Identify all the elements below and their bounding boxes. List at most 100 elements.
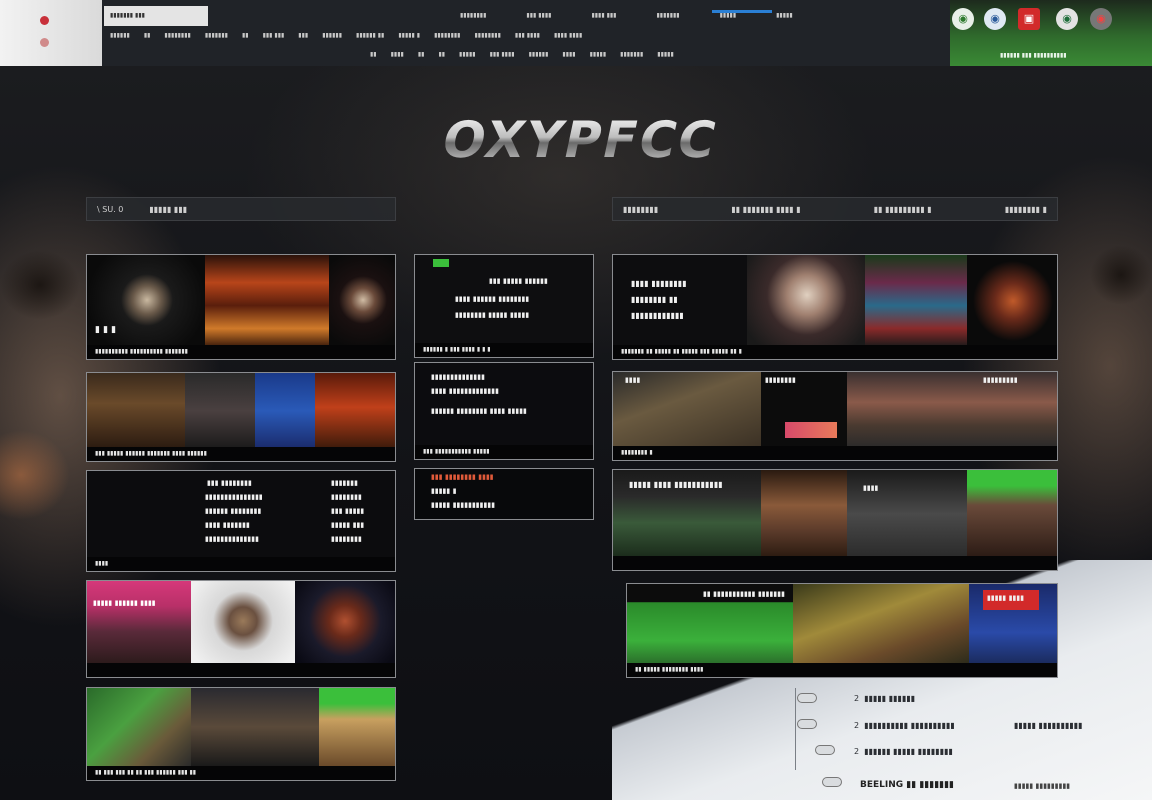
left-header-item[interactable]: \ SU. 0	[97, 205, 123, 214]
sub-nav-item[interactable]: ▮▮	[418, 51, 425, 58]
sub-nav-item[interactable]: ▮▮▮▮	[562, 51, 575, 58]
tile-banner-text: ▮▮▮▮▮ ▮▮▮▮	[987, 594, 1025, 602]
tile-text-line: ▮▮▮▮ ▮▮▮▮▮▮▮▮	[631, 279, 687, 288]
top-menu-item[interactable]: ▮▮▮▮▮	[776, 12, 793, 19]
tile-label: ▮▮▮▮▮▮▮▮	[765, 376, 796, 384]
top-menu-item[interactable]: ▮▮▮▮▮	[720, 12, 737, 19]
nav-item[interactable]: ▮▮▮▮▮▮▮▮	[474, 32, 500, 44]
info-item[interactable]: 2 ▮▮▮▮▮▮▮▮▮▮ ▮▮▮▮▮▮▮▮▮▮	[854, 721, 955, 730]
nav-item[interactable]: ▮▮▮▮▮ ▮	[398, 32, 420, 44]
tile-caption: ▮▮▮▮▮▮▮ ▮▮ ▮▮▮▮▮ ▮▮ ▮▮▮▮▮ ▮▮▮ ▮▮▮▮▮ ▮▮ ▮	[613, 345, 1057, 359]
text-tile[interactable]: ▮▮▮ ▮▮▮▮▮▮▮▮ ▮▮▮▮▮▮▮▮▮▮▮▮▮▮▮ ▮▮▮▮▮▮ ▮▮▮▮…	[86, 470, 396, 572]
right-header-item[interactable]: ▮▮▮▮▮▮▮▮ ▮	[1005, 205, 1047, 214]
top-menu-item[interactable]: ▮▮▮▮▮▮▮▮	[460, 12, 486, 19]
badge-icon[interactable]: ◉	[984, 8, 1006, 30]
tile-text-line: ▮▮▮ ▮▮▮▮▮▮▮▮	[207, 479, 252, 487]
nav-item[interactable]: ▮▮▮	[298, 32, 308, 44]
secondary-dot-icon[interactable]	[40, 38, 49, 47]
tile-overlay-text: ▮ ▮ ▮	[95, 325, 117, 335]
video-tile[interactable]: ▮▮▮▮▮ ▮▮▮▮▮▮ ▮▮▮▮	[86, 580, 396, 678]
badge-icon[interactable]: ◉	[952, 8, 974, 30]
right-header-item[interactable]: ▮▮ ▮▮▮▮▮▮▮ ▮▮▮▮ ▮	[731, 205, 800, 214]
tile-caption: ▮▮▮▮	[87, 557, 395, 571]
video-tile[interactable]: ▮▮▮▮ ▮▮▮▮▮▮▮▮ ▮▮▮▮▮▮▮▮ ▮▮ ▮▮▮▮▮▮▮▮▮▮▮▮ ▮…	[612, 254, 1058, 360]
nav-item[interactable]: ▮▮▮▮▮▮▮▮	[434, 32, 460, 44]
video-tile[interactable]: ▮▮▮ ▮▮▮▮▮ ▮▮▮▮▮▮ ▮▮▮▮▮▮▮ ▮▮▮▮ ▮▮▮▮▮▮	[86, 372, 396, 462]
video-tile[interactable]: ▮▮ ▮▮▮ ▮▮▮ ▮▮ ▮▮ ▮▮▮ ▮▮▮▮▮▮ ▮▮▮ ▮▮	[86, 687, 396, 781]
video-tile[interactable]: ▮ ▮ ▮ ▮▮▮▮▮▮▮▮▮▮ ▮▮▮▮▮▮▮▮▮▮ ▮▮▮▮▮▮▮	[86, 254, 396, 360]
info-item-number: 2	[854, 721, 860, 730]
nav-row: ▮▮▮▮▮▮ ▮▮ ▮▮▮▮▮▮▮▮ ▮▮▮▮▮▮▮ ▮▮ ▮▮▮ ▮▮▮ ▮▮…	[110, 32, 930, 44]
tile-banner-text: ▮▮▮▮▮ ▮▮▮▮▮▮ ▮▮▮▮	[93, 599, 156, 607]
tile-text-line: ▮▮▮▮ ▮▮▮▮▮▮ ▮▮▮▮▮▮▮▮	[455, 295, 530, 303]
badge-icon[interactable]: ◉	[1056, 8, 1078, 30]
sub-nav-item[interactable]: ▮▮▮▮	[391, 51, 404, 58]
tile-label: ▮▮▮▮	[863, 484, 879, 492]
nav-item[interactable]: ▮▮▮▮▮▮ ▮▮	[356, 32, 384, 44]
nav-item[interactable]: ▮▮▮▮ ▮▮▮▮	[554, 32, 582, 44]
text-tile[interactable]: ▮▮▮▮▮▮▮▮▮▮▮▮▮▮ ▮▮▮▮ ▮▮▮▮▮▮▮▮▮▮▮▮▮ ▮▮▮▮▮▮…	[414, 362, 594, 460]
info-item-number: 2	[854, 694, 860, 703]
tile-caption	[613, 556, 1057, 570]
right-header-item[interactable]: ▮▮ ▮▮▮▮▮▮▮▮▮ ▮	[874, 205, 932, 214]
nav-item[interactable]: ▮▮▮▮▮▮	[110, 32, 130, 44]
sub-nav-item[interactable]: ▮▮▮▮▮	[590, 51, 607, 58]
tile-text-line: ▮▮▮▮▮▮▮▮▮▮▮▮	[631, 311, 684, 320]
tile-label: ▮▮▮▮	[625, 376, 641, 384]
info-item[interactable]: 2 ▮▮▮▮▮ ▮▮▮▮▮▮	[854, 694, 915, 703]
nav-item[interactable]: ▮▮▮ ▮▮▮	[263, 32, 285, 44]
left-header-item[interactable]: ▮▮▮▮▮ ▮▮▮	[149, 205, 187, 214]
sub-nav-item[interactable]: ▮▮	[370, 51, 377, 58]
info-item[interactable]: 2 ▮▮▮▮▮▮ ▮▮▮▮▮ ▮▮▮▮▮▮▮▮	[854, 747, 953, 756]
tile-text-line: ▮▮▮▮▮▮▮▮▮▮▮▮▮▮	[205, 535, 259, 543]
top-menu-item[interactable]: ▮▮▮▮▮▮▮	[656, 12, 679, 19]
browser-tab[interactable]: ▮▮▮▮▮▮▮ ▮▮▮	[104, 6, 208, 26]
toggle-icon[interactable]	[797, 693, 817, 703]
sub-nav-item[interactable]: ▮▮▮ ▮▮▮▮	[490, 51, 515, 58]
thumbnail-image	[785, 422, 837, 438]
tile-text-line: ▮▮▮ ▮▮▮▮▮ ▮▮▮▮▮▮	[489, 277, 548, 285]
tile-text-line: ▮▮▮▮▮ ▮▮▮	[331, 521, 365, 529]
nav-item[interactable]: ▮▮▮ ▮▮▮▮	[515, 32, 540, 44]
sub-nav-item[interactable]: ▮▮▮▮▮	[657, 51, 674, 58]
toggle-icon[interactable]	[815, 745, 835, 755]
video-tile[interactable]: ▮▮▮▮▮ ▮▮▮▮ ▮▮▮▮▮▮▮▮▮▮▮ ▮▮▮▮	[612, 469, 1058, 571]
thumbnail-image	[315, 373, 395, 449]
text-tile[interactable]: ▮▮▮ ▮▮▮▮▮▮▮▮ ▮▮▮▮ ▮▮▮▮▮ ▮ ▮▮▮▮▮ ▮▮▮▮▮▮▮▮…	[414, 468, 594, 520]
thumbnail-image	[205, 255, 329, 347]
nav-item[interactable]: ▮▮▮▮▮▮▮	[205, 32, 228, 44]
top-menu-item[interactable]: ▮▮▮▮ ▮▮▮	[591, 12, 616, 19]
video-tile[interactable]: ▮▮▮▮ ▮▮▮▮▮▮▮▮ ▮▮▮▮▮▮▮▮▮ ▮▮▮▮▮▮▮▮ ▮	[612, 371, 1058, 461]
thumbnail-image	[967, 255, 1057, 347]
tile-caption: ▮▮▮▮▮▮▮▮ ▮	[613, 446, 1057, 460]
info-footer-extra[interactable]: ▮▮▮▮▮ ▮▮▮▮▮▮▮▮▮	[1014, 782, 1070, 790]
site-logo[interactable]: OXYPFCC	[294, 111, 866, 169]
nav-item[interactable]: ▮▮	[242, 32, 249, 44]
info-item-extra[interactable]: ▮▮▮▮▮ ▮▮▮▮▮▮▮▮▮▮	[1014, 721, 1083, 730]
thumbnail-image	[847, 372, 1057, 448]
sub-nav-item[interactable]: ▮▮▮▮▮	[459, 51, 476, 58]
sub-nav-item[interactable]: ▮▮▮▮▮▮	[529, 51, 549, 58]
sub-nav-row: ▮▮ ▮▮▮▮ ▮▮ ▮▮ ▮▮▮▮▮ ▮▮▮ ▮▮▮▮ ▮▮▮▮▮▮ ▮▮▮▮…	[370, 51, 910, 58]
sub-nav-item[interactable]: ▮▮	[438, 51, 445, 58]
record-dot-icon[interactable]	[40, 16, 49, 25]
tile-text-line: ▮▮▮▮▮▮▮▮ ▮▮▮▮▮ ▮▮▮▮▮	[455, 311, 530, 319]
toggle-icon[interactable]	[822, 777, 842, 787]
top-menu-item[interactable]: ▮▮▮ ▮▮▮▮	[526, 12, 551, 19]
badge-icon[interactable]: ◉	[1090, 8, 1112, 30]
badge-icon[interactable]: ▣	[1018, 8, 1040, 30]
text-tile[interactable]: ▮▮▮ ▮▮▮▮▮ ▮▮▮▮▮▮ ▮▮▮▮ ▮▮▮▮▮▮ ▮▮▮▮▮▮▮▮ ▮▮…	[414, 254, 594, 358]
toggle-icon[interactable]	[797, 719, 817, 729]
info-footer-title[interactable]: BEELING ▮▮ ▮▮▮▮▮▮▮	[860, 780, 954, 790]
nav-item[interactable]: ▮▮▮▮▮▮▮▮	[164, 32, 190, 44]
right-header-item[interactable]: ▮▮▮▮▮▮▮▮	[623, 205, 658, 214]
tile-text-line: ▮▮▮▮▮ ▮▮▮▮▮▮▮▮▮▮▮	[431, 501, 496, 509]
video-tile[interactable]: ▮▮ ▮▮▮▮▮▮▮▮▮▮▮ ▮▮▮▮▮▮▮ ▮▮▮▮▮ ▮▮▮▮ ▮▮ ▮▮▮…	[626, 583, 1058, 678]
thumbnail-image	[793, 584, 969, 665]
nav-item[interactable]: ▮▮▮▮▮▮	[322, 32, 342, 44]
sub-nav-item[interactable]: ▮▮▮▮▮▮▮	[620, 51, 643, 58]
tile-caption: ▮▮ ▮▮▮▮▮ ▮▮▮▮▮▮▮▮ ▮▮▮▮	[627, 663, 1057, 677]
nav-item[interactable]: ▮▮	[144, 32, 151, 44]
tile-caption: ▮▮▮ ▮▮▮▮▮ ▮▮▮▮▮▮ ▮▮▮▮▮▮▮ ▮▮▮▮ ▮▮▮▮▮▮	[87, 447, 395, 461]
tile-text-line: ▮▮▮ ▮▮▮▮▮	[331, 507, 365, 515]
